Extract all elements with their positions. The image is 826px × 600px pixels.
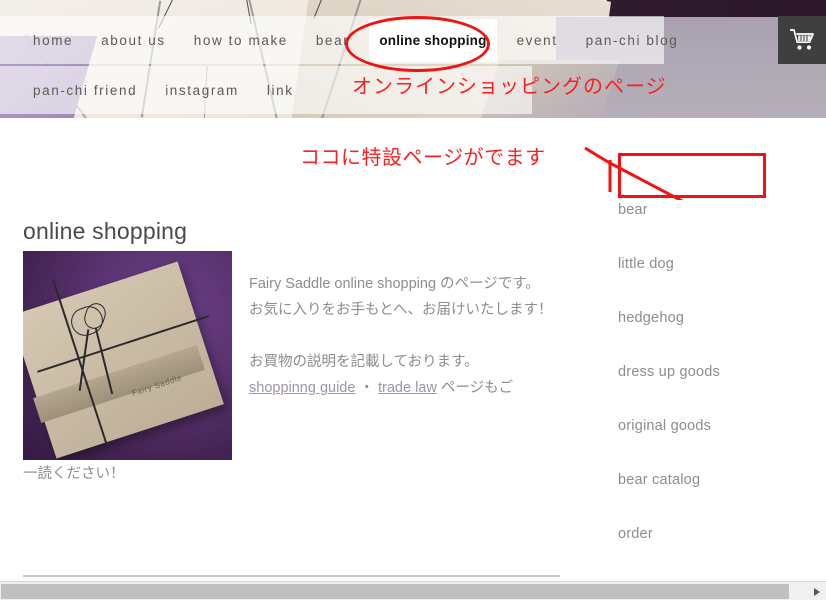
link-separator: ・: [359, 380, 374, 396]
special-page-annotation-text: ココに特設ページがでます: [300, 145, 546, 169]
nav-item-online-shopping[interactable]: online shopping: [369, 18, 497, 62]
nav-item-pan-chi-friend[interactable]: pan-chi friend: [33, 83, 137, 98]
body-copy: Fairy Saddle online shopping のページです。 お気に…: [249, 271, 561, 401]
product-photo: Fairy Saddle: [23, 251, 232, 460]
scrollbar-right-arrow-button[interactable]: [807, 582, 826, 600]
scrollbar-thumb[interactable]: [1, 584, 789, 599]
nav-item-pan-chi-blog[interactable]: pan-chi blog: [586, 33, 679, 48]
body-links-line: shoppinng guide ・ trade law ページもご: [249, 375, 561, 401]
horizontal-scrollbar[interactable]: [0, 581, 826, 600]
body-paragraph-3: お買物の説明を記載しております。: [249, 354, 479, 370]
nav-item-link[interactable]: link: [267, 83, 294, 98]
content-divider: [23, 575, 560, 577]
body-tail-line: 一読ください！: [23, 466, 125, 482]
primary-nav-row1: home about us how to make bear online sh…: [0, 16, 692, 64]
sidebar-item-bear[interactable]: bear: [618, 195, 808, 249]
header-annotation-text: オンラインショッピングのページ: [352, 74, 667, 98]
body-paragraph-2: お気に入りをお手もとへ、お届けいたします！: [249, 302, 553, 318]
nav-item-home[interactable]: home: [33, 33, 73, 48]
body-after-links-text: ページもご: [440, 380, 514, 396]
sidebar-item-little-dog[interactable]: little dog: [618, 249, 808, 303]
link-trade-law[interactable]: trade law: [378, 380, 437, 396]
sidebar-item-hedgehog[interactable]: hedgehog: [618, 303, 808, 357]
body-paragraph-1: Fairy Saddle online shopping のページです。: [249, 276, 540, 292]
cart-button[interactable]: [778, 16, 826, 64]
nav-item-how-to-make[interactable]: how to make: [194, 33, 288, 48]
sidebar-item-bear-catalog[interactable]: bear catalog: [618, 465, 808, 519]
nav-item-instagram[interactable]: instagram: [165, 83, 239, 98]
nav-item-bear[interactable]: bear: [316, 33, 349, 48]
page-title: online shopping: [23, 218, 188, 245]
nav-item-about-us[interactable]: about us: [101, 33, 166, 48]
triangle-right-icon: [813, 587, 820, 596]
category-sidebar: bear little dog hedgehog dress up goods …: [618, 195, 808, 573]
special-page-highlight-box: [618, 153, 766, 198]
sidebar-item-dress-up-goods[interactable]: dress up goods: [618, 357, 808, 411]
page-root: home about us how to make bear online sh…: [0, 0, 826, 600]
sidebar-item-original-goods[interactable]: original goods: [618, 411, 808, 465]
site-header: home about us how to make bear online sh…: [0, 0, 826, 118]
sidebar-item-order[interactable]: order: [618, 519, 808, 573]
nav-item-event[interactable]: event: [517, 33, 558, 48]
shopping-cart-icon: [789, 28, 815, 52]
link-shopping-guide[interactable]: shoppinng guide: [249, 380, 355, 396]
primary-nav-row2: pan-chi friend instagram link: [0, 66, 308, 114]
